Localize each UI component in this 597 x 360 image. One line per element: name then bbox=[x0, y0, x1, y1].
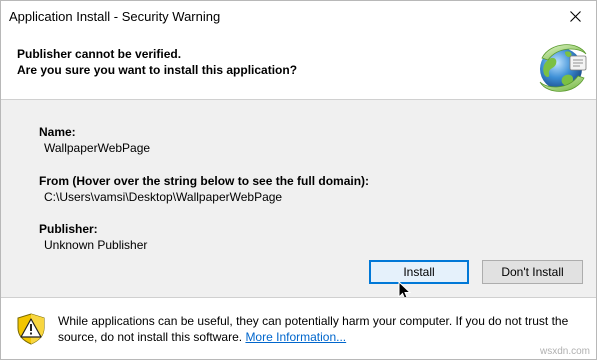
warning-header: Publisher cannot be verified. Are you su… bbox=[1, 33, 596, 100]
install-button[interactable]: Install bbox=[369, 260, 469, 284]
security-footer: While applications can be useful, they c… bbox=[1, 297, 596, 359]
publisher-warning-heading: Publisher cannot be verified. bbox=[17, 47, 182, 61]
warning-shield-icon bbox=[17, 313, 45, 345]
install-question-heading: Are you sure you want to install this ap… bbox=[17, 63, 298, 77]
watermark: wsxdn.com bbox=[539, 346, 590, 357]
window-title: Application Install - Security Warning bbox=[9, 9, 221, 24]
more-information-link[interactable]: More Information... bbox=[245, 330, 346, 344]
close-button[interactable] bbox=[556, 1, 596, 33]
dont-install-button[interactable]: Don't Install bbox=[482, 260, 583, 284]
publisher-label: Publisher: bbox=[39, 222, 98, 236]
security-warning-dialog: Application Install - Security Warning P… bbox=[0, 0, 597, 360]
globe-app-icon bbox=[539, 44, 587, 92]
from-value[interactable]: C:\Users\vamsi\Desktop\WallpaperWebPage bbox=[44, 190, 282, 204]
name-value: WallpaperWebPage bbox=[44, 141, 151, 155]
publisher-value: Unknown Publisher bbox=[44, 238, 148, 252]
title-bar: Application Install - Security Warning bbox=[1, 1, 596, 33]
warning-message: While applications can be useful, they c… bbox=[58, 313, 588, 345]
name-label: Name: bbox=[39, 125, 76, 139]
close-icon bbox=[570, 11, 581, 22]
from-label: From (Hover over the string below to see… bbox=[39, 174, 370, 188]
application-details: Name: WallpaperWebPage From (Hover over … bbox=[1, 100, 596, 301]
